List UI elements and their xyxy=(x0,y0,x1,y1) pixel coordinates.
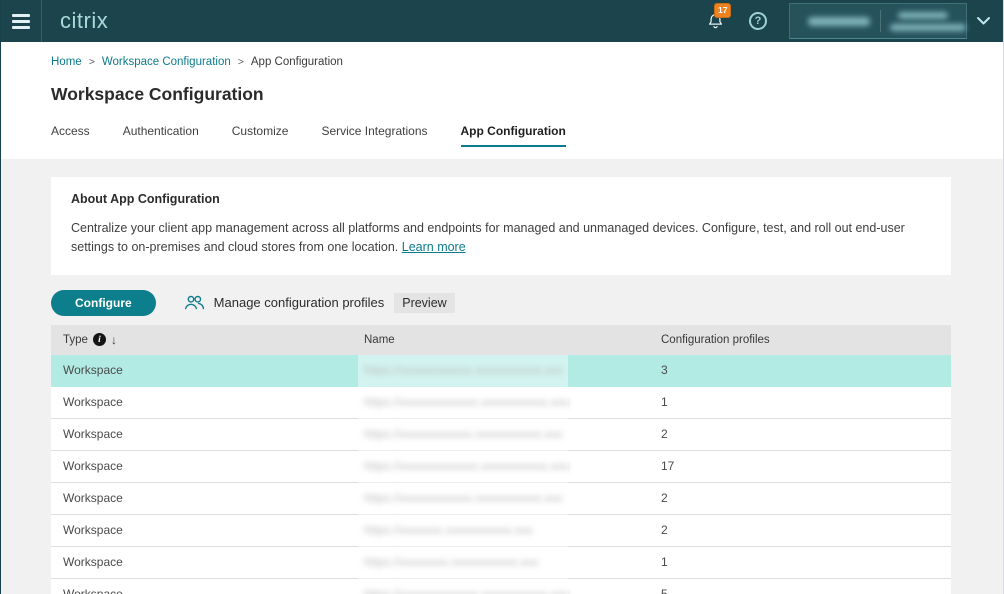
cell-profile-count: 1 xyxy=(649,555,951,569)
table-row[interactable]: Workspace https://xxxxxxxxxxxxx.xxxxxxxx… xyxy=(51,579,951,594)
breadcrumb-item[interactable]: Workspace Configuration xyxy=(102,56,251,68)
cell-profile-count: 2 xyxy=(649,523,951,537)
tab-bar: Access Authentication Customize Service Int… xyxy=(51,124,953,147)
page-head: HomeWorkspace ConfigurationApp Configura… xyxy=(1,42,1003,159)
table-row[interactable]: Workspace https://xxxxxxxxxxxx.xxxxxxxxx… xyxy=(51,355,951,387)
breadcrumb: HomeWorkspace ConfigurationApp Configura… xyxy=(51,42,953,68)
table-row[interactable]: Workspace https://xxxxxxxxxxxxx.xxxxxxxx… xyxy=(51,387,951,419)
column-name: Name xyxy=(352,334,649,346)
topbar-right: 17 ? xyxy=(706,0,1003,42)
cell-name-redacted: https://xxxxxxxxxxxxx.xxxxxxxxxxx.xxx xyxy=(352,459,649,473)
cell-type: Workspace xyxy=(51,459,352,473)
about-heading: About App Configuration xyxy=(71,192,931,206)
notification-badge: 17 xyxy=(714,3,731,18)
tab[interactable]: Service Integrations xyxy=(321,124,427,147)
people-icon xyxy=(184,295,205,310)
cell-name-redacted: https://xxxxxxxxxxxxx.xxxxxxxxxxx.xxx xyxy=(352,587,649,594)
cell-type: Workspace xyxy=(51,395,352,409)
configuration-table: Type i ↓ Name Configuration profiles Wor… xyxy=(51,325,951,594)
cell-profile-count: 2 xyxy=(649,427,951,441)
cell-type: Workspace xyxy=(51,363,352,377)
account-id-redacted xyxy=(890,24,966,31)
cell-name-redacted: https://xxxxxxxxxxxx.xxxxxxxxxxx.xxx xyxy=(352,363,649,377)
citrix-logo: citrix xyxy=(60,10,108,32)
table-row[interactable]: Workspace https://xxxxxxx.xxxxxxxxxxx.xx… xyxy=(51,515,951,547)
table-row[interactable]: Workspace https://xxxxxxxxxxxx.xxxxxxxxx… xyxy=(51,419,951,451)
content-area: About App Configuration Centralize your … xyxy=(1,159,1003,594)
question-icon: ? xyxy=(755,15,762,27)
preview-button[interactable]: Preview xyxy=(394,293,454,313)
cell-type: Workspace xyxy=(51,427,352,441)
tab[interactable]: Authentication xyxy=(123,124,199,147)
cell-name-redacted: https://xxxxxxxxxxxxx.xxxxxxxxxxx.xxx xyxy=(352,395,649,409)
breadcrumb-item[interactable]: App Configuration xyxy=(251,56,343,68)
column-profiles: Configuration profiles xyxy=(649,334,951,346)
column-type: Type i ↓ xyxy=(51,333,352,347)
cell-profile-count: 1 xyxy=(649,395,951,409)
app-window: citrix 17 ? xyxy=(0,0,1004,594)
table-row[interactable]: Workspace https://xxxxxxxxxxxxx.xxxxxxxx… xyxy=(51,451,951,483)
account-details-redacted xyxy=(890,12,966,31)
cell-profile-count: 17 xyxy=(649,459,951,473)
about-card: About App Configuration Centralize your … xyxy=(51,177,951,275)
account-name-redacted xyxy=(898,12,948,19)
cell-name-redacted: https://xxxxxxxx.xxxxxxxxxxx.xxx xyxy=(352,555,649,569)
page-title: Workspace Configuration xyxy=(51,84,953,105)
cell-type: Workspace xyxy=(51,491,352,505)
help-button[interactable]: ? xyxy=(749,12,767,30)
topbar: citrix 17 ? xyxy=(1,0,1003,42)
menu-icon[interactable] xyxy=(1,0,42,42)
account-org-redacted xyxy=(808,17,870,26)
learn-more-link[interactable]: Learn more xyxy=(402,240,466,254)
tab[interactable]: Access xyxy=(51,124,90,147)
table-row[interactable]: Workspace https://xxxxxxxxxxxx.xxxxxxxxx… xyxy=(51,483,951,515)
tab[interactable]: Customize xyxy=(232,124,289,147)
cell-type: Workspace xyxy=(51,555,352,569)
chevron-down-icon[interactable] xyxy=(976,16,991,26)
cell-profile-count: 3 xyxy=(649,363,951,377)
configure-button[interactable]: Configure xyxy=(51,290,156,316)
info-icon[interactable]: i xyxy=(93,333,106,346)
account-menu[interactable] xyxy=(789,3,967,39)
tab[interactable]: App Configuration xyxy=(461,124,566,147)
sort-descending-icon[interactable]: ↓ xyxy=(111,333,117,347)
cell-type: Workspace xyxy=(51,587,352,594)
cell-name-redacted: https://xxxxxxxxxxxx.xxxxxxxxxxx.xxx xyxy=(352,427,649,441)
account-divider xyxy=(880,10,881,32)
table-header: Type i ↓ Name Configuration profiles xyxy=(51,325,951,355)
cell-name-redacted: https://xxxxxxx.xxxxxxxxxxx.xxx xyxy=(352,523,649,537)
notifications-button[interactable]: 17 xyxy=(706,11,725,31)
about-body: Centralize your client app management ac… xyxy=(71,219,931,257)
table-row[interactable]: Workspace https://xxxxxxxx.xxxxxxxxxxx.x… xyxy=(51,547,951,579)
breadcrumb-item[interactable]: Home xyxy=(51,56,102,68)
cell-name-redacted: https://xxxxxxxxxxxx.xxxxxxxxxxx.xxx xyxy=(352,491,649,505)
cell-profile-count: 5 xyxy=(649,587,951,594)
cell-type: Workspace xyxy=(51,523,352,537)
actions-row: Configure Manage configuration profiles … xyxy=(51,290,951,316)
cell-profile-count: 2 xyxy=(649,491,951,505)
manage-profiles-label[interactable]: Manage configuration profiles xyxy=(214,295,385,310)
